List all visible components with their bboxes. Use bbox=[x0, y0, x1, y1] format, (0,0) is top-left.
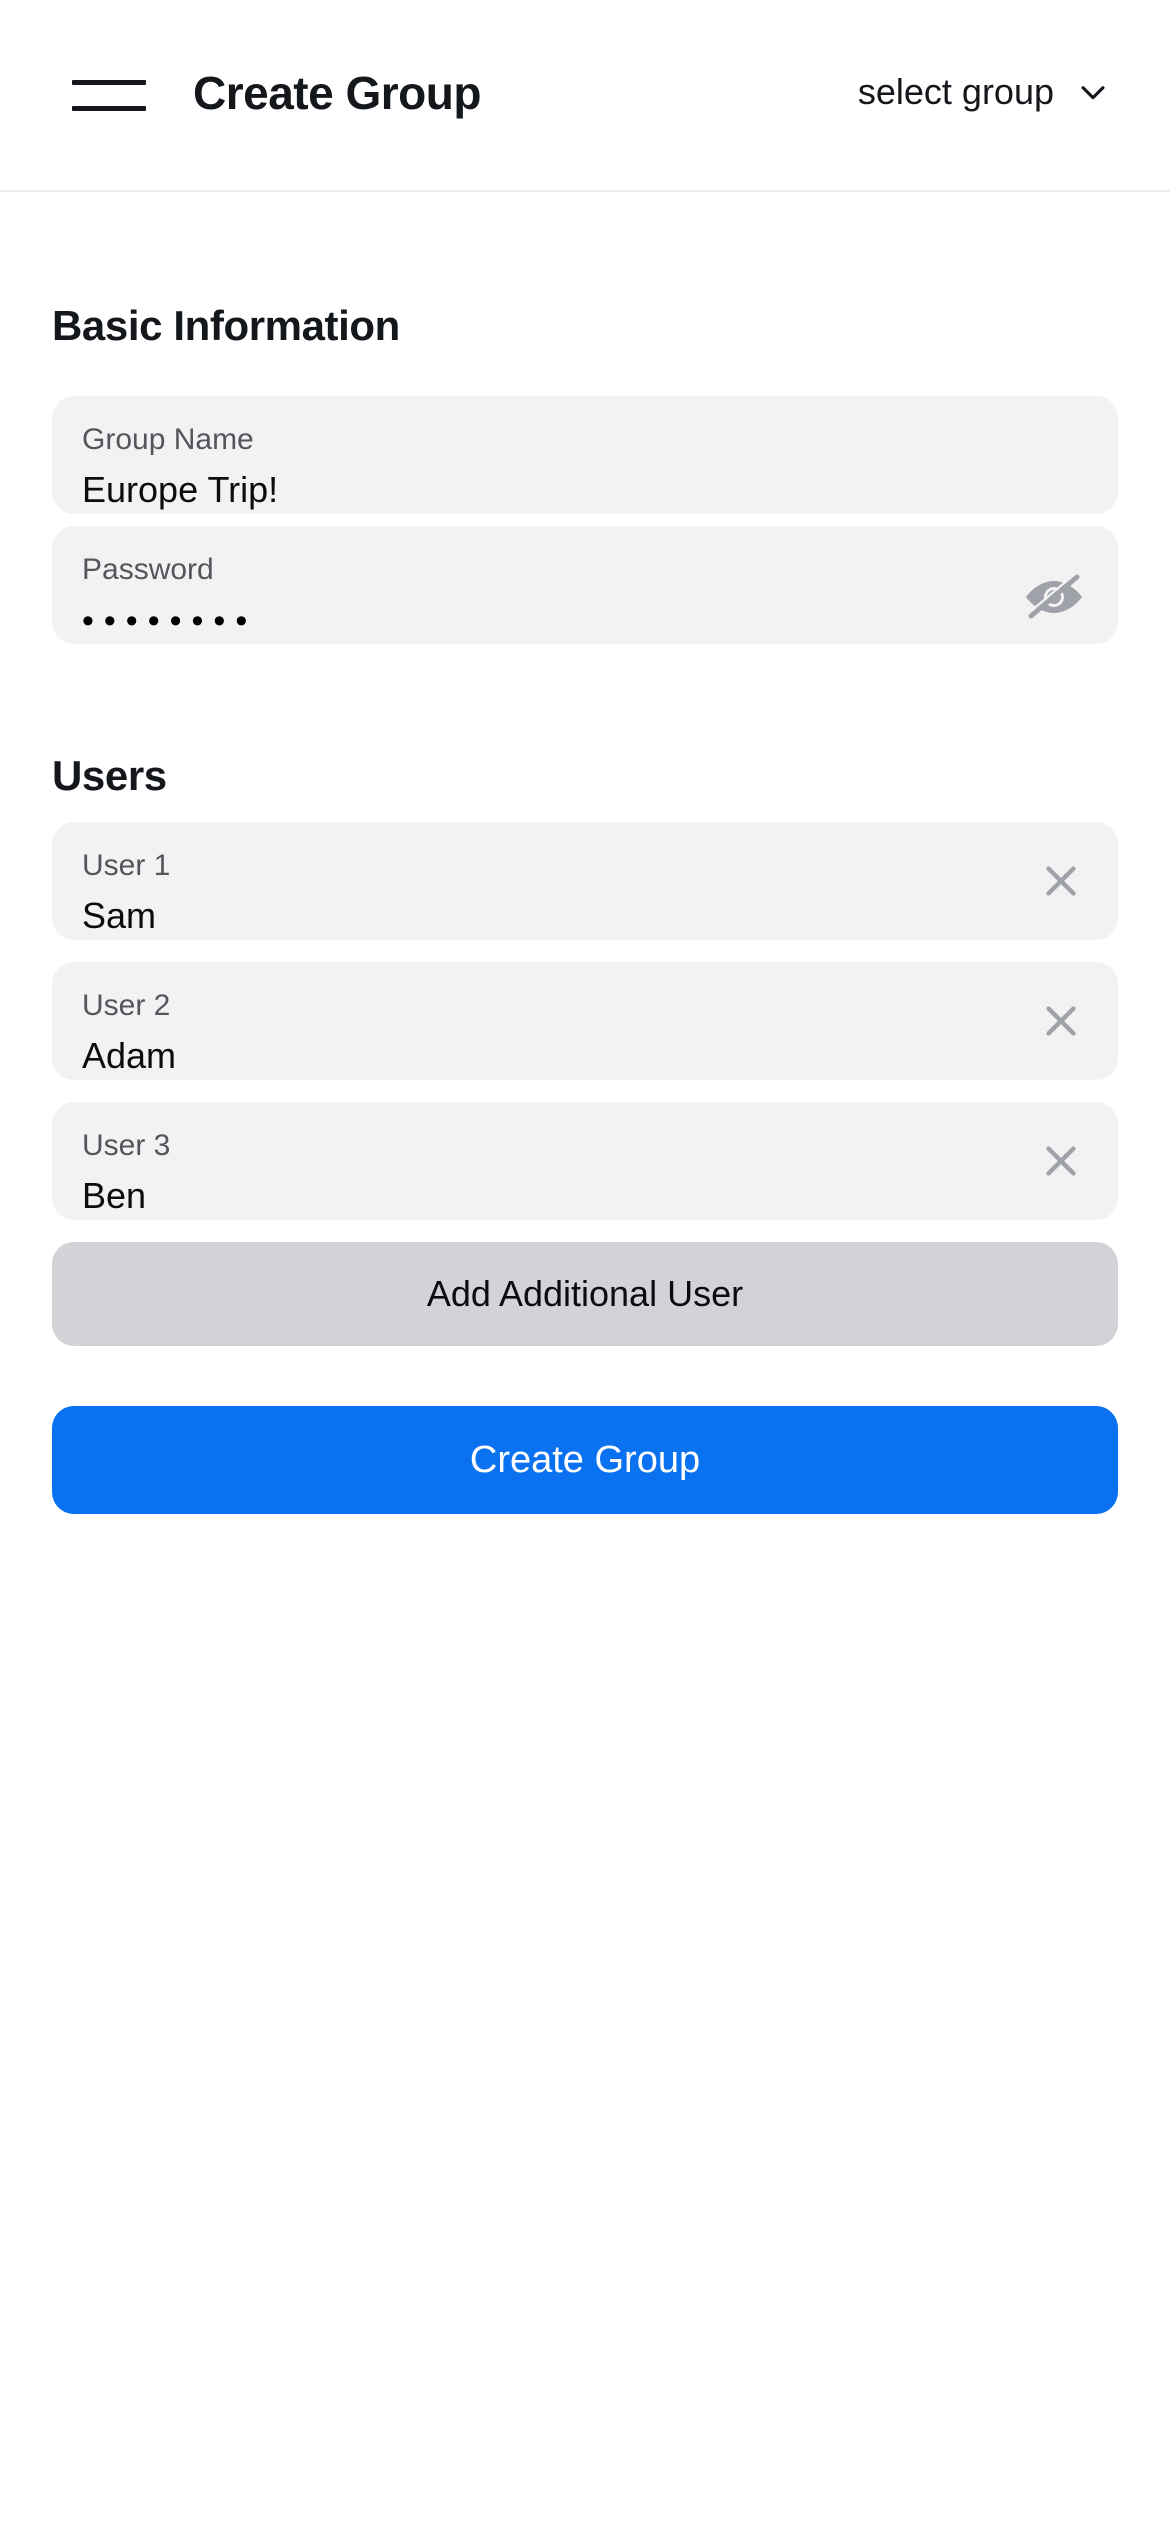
user-name-input[interactable]: Sam bbox=[82, 894, 1008, 938]
chevron-down-icon bbox=[1081, 86, 1105, 100]
main-content: Basic Information Group Name Europe Trip… bbox=[0, 302, 1170, 1514]
user-row[interactable]: User 1 Sam bbox=[52, 822, 1118, 940]
group-selector-label: select group bbox=[857, 71, 1054, 112]
hamburger-icon[interactable] bbox=[72, 78, 146, 112]
password-visibility-toggle[interactable] bbox=[1022, 572, 1086, 622]
password-input[interactable]: •••••••• bbox=[82, 602, 1084, 640]
group-name-label: Group Name bbox=[82, 423, 254, 456]
group-name-input[interactable]: Europe Trip! bbox=[82, 468, 1084, 512]
page-title: Create Group bbox=[193, 67, 481, 119]
user-name-input[interactable]: Ben bbox=[82, 1174, 1008, 1218]
create-group-button[interactable]: Create Group bbox=[52, 1406, 1118, 1514]
hamburger-line bbox=[72, 79, 146, 85]
remove-user-button[interactable] bbox=[1036, 1136, 1086, 1186]
hamburger-line bbox=[72, 105, 146, 111]
remove-user-button[interactable] bbox=[1036, 856, 1086, 906]
app-header: Create Group select group bbox=[0, 0, 1170, 192]
remove-user-button[interactable] bbox=[1036, 996, 1086, 1046]
basic-information-heading: Basic Information bbox=[52, 302, 400, 349]
user-label: User 1 bbox=[82, 849, 171, 882]
user-row[interactable]: User 2 Adam bbox=[52, 962, 1118, 1080]
eye-off-icon bbox=[1026, 572, 1082, 619]
user-name-input[interactable]: Adam bbox=[82, 1034, 1008, 1078]
password-label: Password bbox=[82, 553, 214, 586]
add-additional-user-button[interactable]: Add Additional User bbox=[52, 1242, 1118, 1346]
group-name-field[interactable]: Group Name Europe Trip! bbox=[52, 396, 1118, 514]
users-heading: Users bbox=[52, 752, 167, 799]
close-icon bbox=[1046, 1006, 1076, 1036]
group-selector-dropdown[interactable]: select group bbox=[858, 68, 1110, 116]
close-icon bbox=[1046, 866, 1076, 896]
user-label: User 2 bbox=[82, 989, 171, 1022]
user-row[interactable]: User 3 Ben bbox=[52, 1102, 1118, 1220]
password-field[interactable]: Password •••••••• bbox=[52, 526, 1118, 644]
create-group-screen: Create Group select group Basic Informat… bbox=[0, 0, 1170, 2532]
user-label: User 3 bbox=[82, 1129, 171, 1162]
close-icon bbox=[1046, 1146, 1076, 1176]
